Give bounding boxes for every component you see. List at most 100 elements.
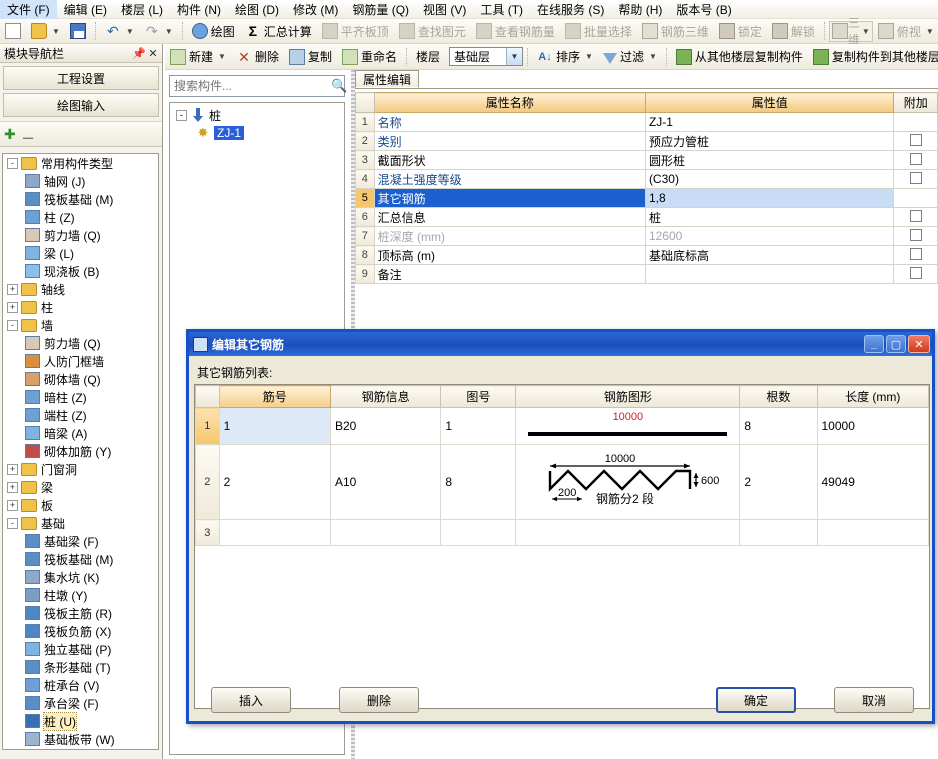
rebar-count-cell[interactable] (739, 519, 818, 546)
nav-tree-item-17[interactable]: + 门窗洞 (3, 460, 158, 478)
rebar-info-cell[interactable]: B20 (329, 407, 442, 445)
maximize-button[interactable]: ▢ (886, 335, 906, 353)
menu-item-10[interactable]: 帮助 (H) (611, 0, 669, 20)
nav-tree-item-26[interactable]: 筏板负筋 (X) (3, 622, 158, 640)
nav-tree-item-23[interactable]: 集水坑 (K) (3, 568, 158, 586)
nav-tree-item-8[interactable]: + 柱 (3, 298, 158, 316)
view-rebar-qty-button[interactable]: 查看钢筋量 (471, 21, 560, 42)
filter-button[interactable]: 过滤 ▼ (598, 46, 662, 67)
property-value-cell[interactable] (644, 264, 895, 284)
rebar-length-cell[interactable] (816, 519, 929, 546)
menu-item-2[interactable]: 楼层 (L) (114, 0, 170, 20)
copy-component-button[interactable]: 复制 (284, 46, 337, 67)
property-row[interactable]: 5 其它钢筋 1,8 (355, 188, 938, 208)
close-button[interactable]: ✕ (908, 335, 930, 353)
nav-tree-item-33[interactable]: +其它 (3, 748, 158, 749)
nav-tree-item-6[interactable]: 现浇板 (B) (3, 262, 158, 280)
draw-button[interactable]: 绘图 (187, 21, 240, 42)
menu-item-1[interactable]: 编辑 (E) (57, 0, 114, 20)
attach-checkbox[interactable] (909, 171, 922, 184)
nav-tree-item-22[interactable]: 筏板基础 (M) (3, 550, 158, 568)
rebar-count-cell[interactable]: 2 (739, 444, 818, 520)
nav-tree-item-27[interactable]: 独立基础 (P) (3, 640, 158, 658)
property-name-cell[interactable]: 类别 (373, 131, 646, 151)
nav-tree-item-9[interactable]: -墙 (3, 316, 158, 334)
property-attach-cell[interactable] (893, 150, 938, 170)
ok-button[interactable]: 确定 (716, 687, 796, 713)
property-name-cell[interactable]: 备注 (373, 264, 646, 284)
collapse-all-icon[interactable]: ⚊ (22, 126, 35, 143)
nav-tree-item-16[interactable]: 砌体加筋 (Y) (3, 442, 158, 460)
property-value-cell[interactable]: 1,8 (644, 188, 895, 208)
property-value-cell[interactable]: 桩 (644, 207, 895, 227)
property-row[interactable]: 4 混凝土强度等级 (C30) (355, 169, 938, 189)
nav-tree-item-4[interactable]: 剪力墙 (Q) (3, 226, 158, 244)
property-value-cell[interactable]: (C30) (644, 169, 895, 189)
rebar-shape-cell[interactable]: 10000 (515, 407, 741, 445)
property-attach-cell[interactable] (893, 226, 938, 246)
expand-icon[interactable]: + (7, 463, 18, 475)
property-row[interactable]: 7 桩深度 (mm) 12600 (355, 226, 938, 246)
property-row[interactable]: 8 顶标高 (m) 基础底标高 (355, 245, 938, 265)
collapse-icon[interactable]: - (7, 319, 18, 331)
property-name-cell[interactable]: 名称 (373, 112, 646, 132)
delete-row-button[interactable]: 删除 (339, 687, 419, 713)
component-tree-item-1[interactable]: ✸ ZJ-1 (170, 124, 344, 142)
nav-tree-item-13[interactable]: 暗柱 (Z) (3, 388, 158, 406)
table-row[interactable]: 3 (195, 519, 929, 546)
tab-property-editor[interactable]: 属性编辑 (355, 70, 420, 88)
pin-icon[interactable]: 📌 (132, 47, 146, 60)
rebar-info-cell[interactable] (329, 519, 442, 546)
attach-checkbox[interactable] (909, 133, 922, 146)
table-row[interactable]: 1 1 B20 1 10000 8 10000 (195, 407, 929, 445)
nav-tree-item-29[interactable]: 桩承台 (V) (3, 676, 158, 694)
menu-item-8[interactable]: 工具 (T) (473, 0, 530, 20)
view-3d-combo[interactable]: 三维 ▼ (828, 16, 873, 47)
open-file-button[interactable]: ▼ (26, 21, 65, 42)
copy-from-other-floor-button[interactable]: 从其他楼层复制构件 (671, 46, 808, 67)
menu-item-6[interactable]: 钢筋量 (Q) (345, 0, 416, 20)
align-slab-top-button[interactable]: 平齐板顶 (317, 21, 394, 42)
property-attach-cell[interactable] (893, 188, 938, 208)
property-attach-cell[interactable] (893, 131, 938, 151)
property-row[interactable]: 6 汇总信息桩 (355, 207, 938, 227)
collapse-icon[interactable]: - (7, 157, 18, 169)
nav-tree-item-10[interactable]: 剪力墙 (Q) (3, 334, 158, 352)
nav-button-project-settings[interactable]: 工程设置 (3, 66, 159, 90)
property-name-cell[interactable]: 顶标高 (m) (373, 245, 646, 265)
top-view-button[interactable]: 俯视 ▼ (873, 21, 938, 42)
close-icon[interactable]: ✕ (146, 47, 160, 60)
rebar-info-cell[interactable]: A10 (329, 444, 442, 520)
expand-icon[interactable]: + (7, 481, 18, 493)
delete-component-button[interactable]: ✕ 删除 (231, 46, 284, 67)
property-value-cell[interactable]: 基础底标高 (644, 245, 895, 265)
property-attach-cell[interactable] (893, 112, 938, 132)
property-name-cell[interactable]: 汇总信息 (373, 207, 646, 227)
nav-tree-item-32[interactable]: 基础板带 (W) (3, 730, 158, 748)
nav-tree-item-20[interactable]: - 基础 (3, 514, 158, 532)
property-attach-cell[interactable] (893, 169, 938, 189)
nav-tree-item-25[interactable]: 筏板主筋 (R) (3, 604, 158, 622)
nav-tree-item-11[interactable]: 人防门框墙 (3, 352, 158, 370)
summary-calc-button[interactable]: Σ 汇总计算 (240, 21, 317, 42)
attach-checkbox[interactable] (909, 209, 922, 222)
menu-item-7[interactable]: 视图 (V) (416, 0, 473, 20)
nav-tree-item-31[interactable]: 桩 (U) (3, 711, 158, 731)
property-row[interactable]: 9 备注 (355, 264, 938, 284)
property-name-cell[interactable]: 桩深度 (mm) (373, 226, 646, 246)
rebar-barno-cell[interactable] (218, 519, 332, 546)
property-attach-cell[interactable] (893, 245, 938, 265)
rebar-3d-button[interactable]: 钢筋三维 (637, 21, 714, 42)
property-value-cell[interactable]: ZJ-1 (644, 112, 895, 132)
nav-tree-item-30[interactable]: 承台梁 (F) (3, 694, 158, 712)
property-name-cell[interactable]: 其它钢筋 (373, 188, 646, 208)
attach-checkbox[interactable] (909, 247, 922, 260)
rebar-length-cell[interactable]: 10000 (816, 407, 929, 445)
component-tree-item-0[interactable]: -桩 (170, 106, 344, 124)
new-file-button[interactable] (0, 21, 26, 42)
search-icon[interactable]: 🔍 (331, 78, 347, 94)
menu-item-3[interactable]: 构件 (N) (170, 0, 228, 20)
property-value-cell[interactable]: 12600 (644, 226, 895, 246)
property-value-cell[interactable]: 圆形桩 (644, 150, 895, 170)
nav-tree-item-5[interactable]: 梁 (L) (3, 244, 158, 262)
